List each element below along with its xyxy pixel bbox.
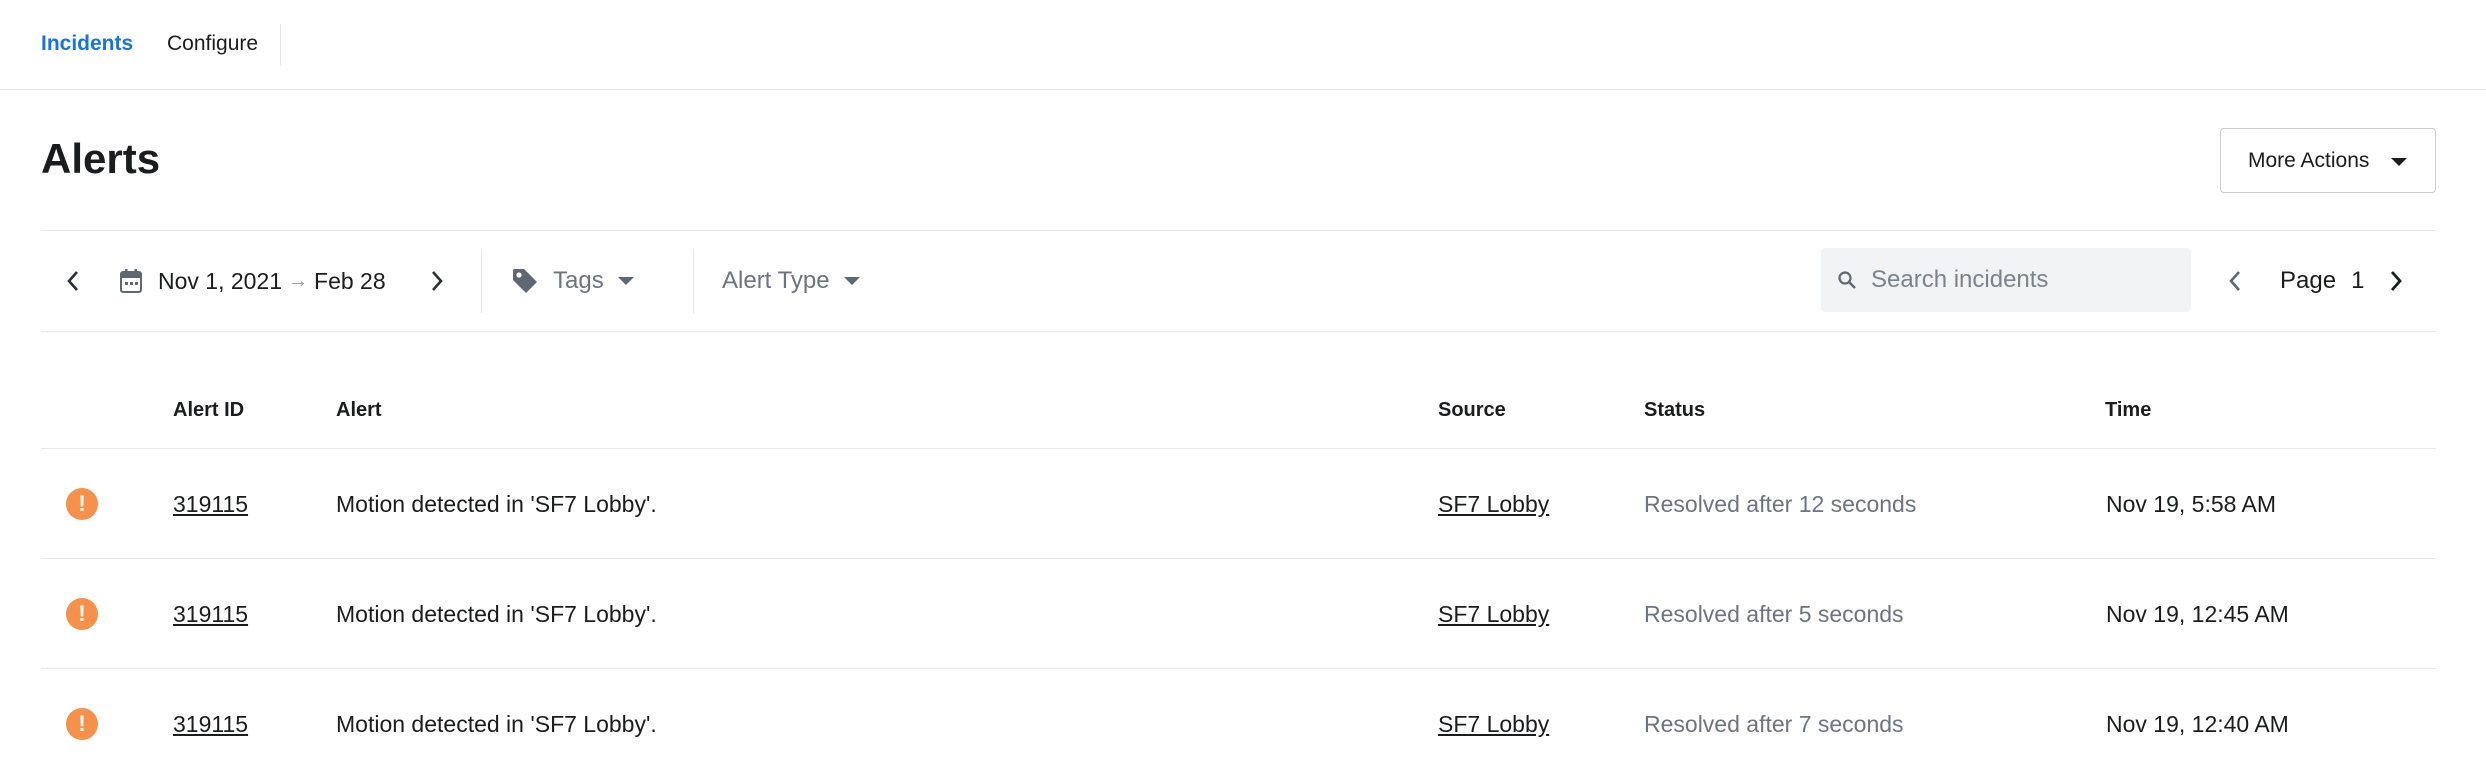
- page-title: Alerts: [41, 135, 161, 182]
- header-status: Status: [1644, 399, 1706, 421]
- status-text: Resolved after 5 seconds: [1644, 600, 1904, 627]
- search-box: [1821, 248, 2191, 312]
- calendar-icon: [120, 269, 142, 293]
- date-range-picker[interactable]: Nov 1, 2021 → Feb 28: [119, 231, 386, 331]
- alert-id-link[interactable]: 319115: [173, 491, 248, 518]
- chevron-left-icon: [2229, 271, 2240, 291]
- alert-id-link[interactable]: 319115: [173, 711, 248, 738]
- alert-type-label: Alert Type: [722, 267, 830, 294]
- source-link[interactable]: SF7 Lobby: [1438, 491, 1549, 518]
- alert-text: Motion detected in 'SF7 Lobby'.: [336, 490, 657, 517]
- alert-icon: !: [66, 488, 98, 520]
- header-alert-id: Alert ID: [173, 399, 245, 421]
- chevron-left-icon: [67, 271, 78, 291]
- time-text: Nov 19, 12:45 AM: [2106, 600, 2289, 627]
- page-number: 1: [2351, 267, 2365, 294]
- alert-icon: !: [66, 708, 98, 740]
- date-end: Feb 28: [314, 267, 386, 294]
- alert-text: Motion detected in 'SF7 Lobby'.: [336, 710, 657, 737]
- time-text: Nov 19, 12:40 AM: [2106, 710, 2289, 737]
- filter-bar: Nov 1, 2021 → Feb 28 Tags Alert Type Sea…: [41, 230, 2436, 332]
- tab-incidents[interactable]: Incidents: [41, 30, 133, 58]
- source-link[interactable]: SF7 Lobby: [1438, 601, 1549, 628]
- tab-configure[interactable]: Configure: [167, 30, 258, 58]
- arrow-right-icon: →: [288, 269, 309, 292]
- pager-label: Page: [2280, 267, 2337, 294]
- alert-type-dropdown[interactable]: Alert Type: [722, 231, 860, 331]
- table-row[interactable]: ! 319115 Motion detected in 'SF7 Lobby'.…: [41, 558, 2436, 668]
- date-start: Nov 1, 2021: [158, 267, 283, 294]
- header-alert: Alert: [336, 399, 382, 421]
- tags-label: Tags: [553, 267, 604, 294]
- top-nav: Incidents Configure: [0, 0, 2486, 90]
- caret-down-icon: [2391, 158, 2407, 166]
- time-text: Nov 19, 5:58 AM: [2106, 490, 2277, 517]
- filter-divider: [693, 249, 694, 313]
- pager: Page 1: [2280, 231, 2364, 331]
- header-time: Time: [2105, 399, 2152, 421]
- date-next-button[interactable]: [419, 263, 455, 299]
- header-source: Source: [1438, 399, 1506, 421]
- chevron-right-icon: [432, 271, 443, 291]
- caret-down-icon: [843, 277, 860, 285]
- alert-icon: !: [66, 598, 98, 630]
- alert-id-link[interactable]: 319115: [173, 601, 248, 628]
- filter-divider: [481, 249, 482, 313]
- table-row[interactable]: ! 319115 Motion detected in 'SF7 Lobby'.…: [41, 668, 2436, 778]
- status-text: Resolved after 12 seconds: [1644, 490, 1917, 517]
- source-link[interactable]: SF7 Lobby: [1438, 711, 1549, 738]
- nav-divider: [280, 24, 281, 66]
- chevron-right-icon: [2390, 271, 2402, 291]
- more-actions-label: More Actions: [2248, 149, 2370, 172]
- search-input[interactable]: [1871, 266, 2171, 294]
- table-row[interactable]: ! 319115 Motion detected in 'SF7 Lobby'.…: [41, 448, 2436, 558]
- caret-down-icon: [617, 277, 634, 285]
- tag-icon: [513, 269, 537, 293]
- page-prev-button[interactable]: [2217, 263, 2253, 299]
- search-icon: [1838, 271, 1856, 289]
- more-actions-button[interactable]: More Actions: [2220, 128, 2436, 193]
- status-text: Resolved after 7 seconds: [1644, 710, 1904, 737]
- date-prev-button[interactable]: [55, 263, 91, 299]
- alert-text: Motion detected in 'SF7 Lobby'.: [336, 600, 657, 627]
- page-next-button[interactable]: [2378, 263, 2414, 299]
- tags-dropdown[interactable]: Tags: [511, 231, 634, 331]
